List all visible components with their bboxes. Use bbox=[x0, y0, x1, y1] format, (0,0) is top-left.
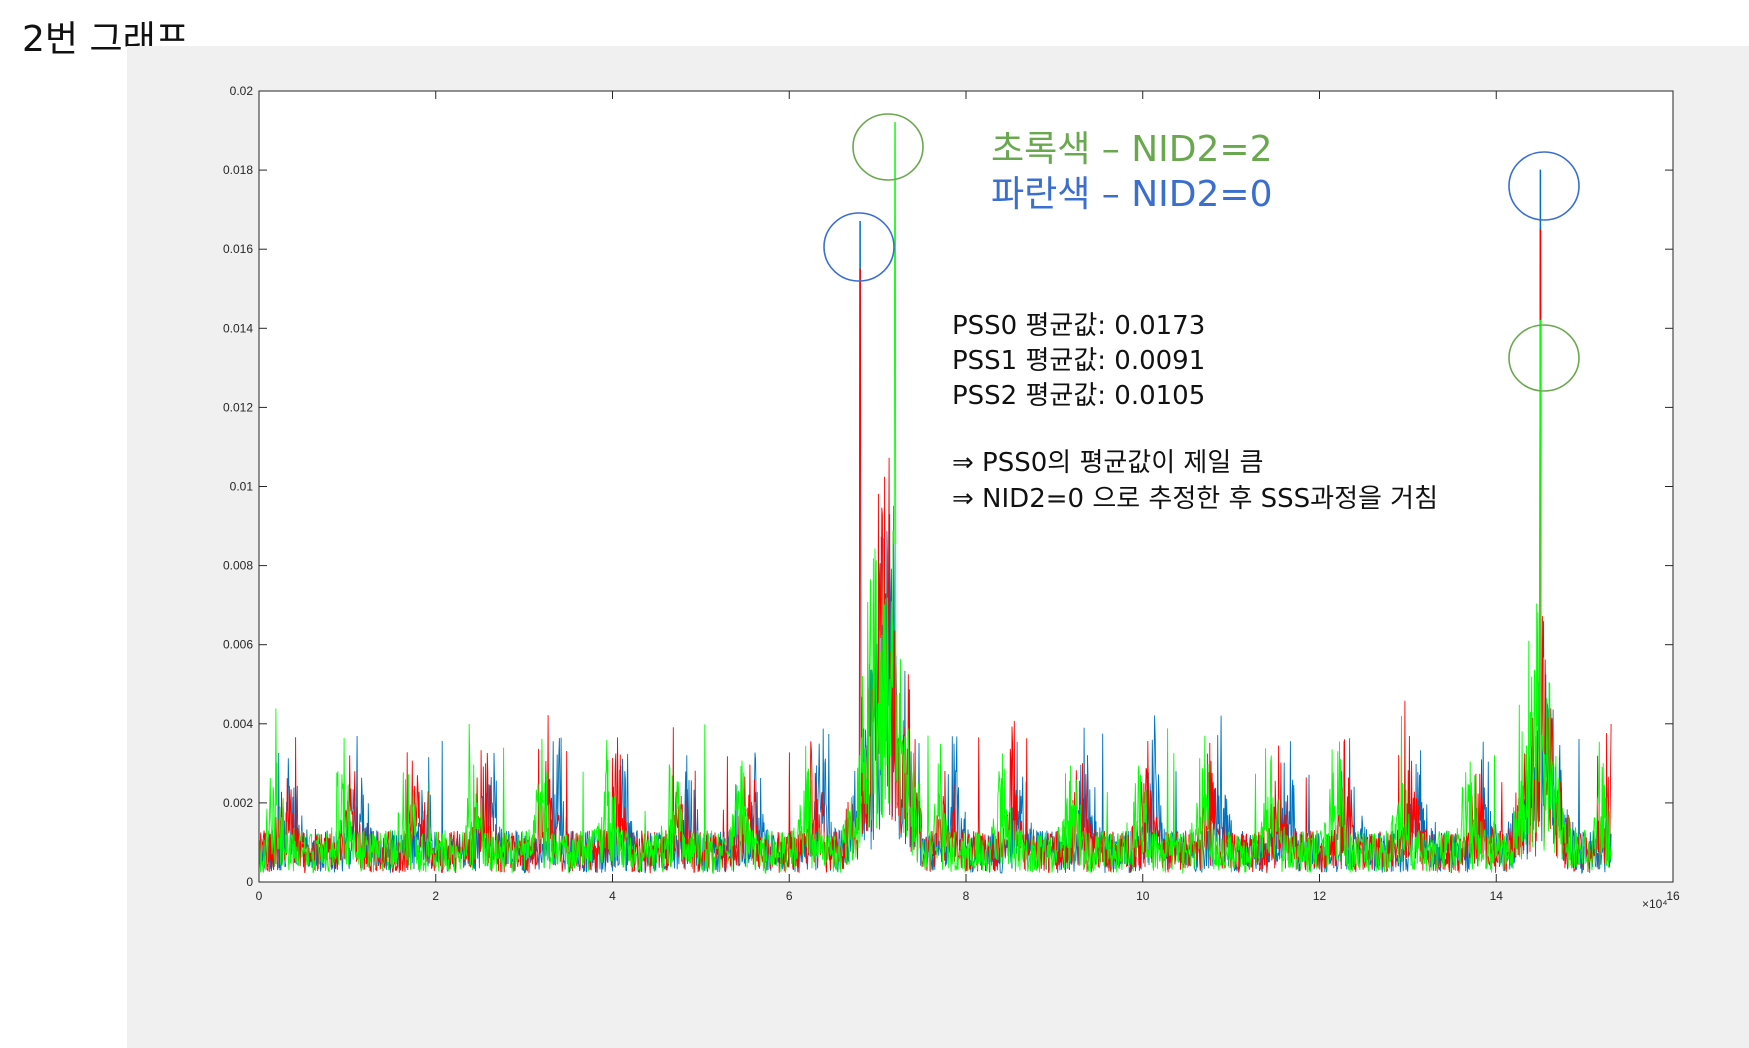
y-tick-labels: 0 0.002 0.004 0.006 0.008 0.01 0.012 0.014 0.016… bbox=[223, 84, 253, 889]
x-tick-label: 10 bbox=[1136, 889, 1150, 903]
x-tick-label: 16 bbox=[1666, 889, 1680, 903]
y-tick-label: 0 bbox=[246, 875, 253, 889]
pss0-mean: PSS0 평균값: 0.0173 bbox=[952, 311, 1205, 341]
y-tick-label: 0.006 bbox=[223, 638, 253, 652]
chart: 0 0.002 0.004 0.006 0.008 0.01 0.012 0.014 0.016… bbox=[223, 84, 1680, 911]
y-tick-label: 0.02 bbox=[230, 84, 254, 98]
y-tick-label: 0.016 bbox=[223, 242, 253, 256]
y-tick-label: 0.01 bbox=[230, 480, 254, 494]
pss1-mean: PSS1 평균값: 0.0091 bbox=[952, 346, 1205, 376]
y-tick-label: 0.014 bbox=[223, 321, 253, 335]
x-tick-label: 8 bbox=[963, 889, 970, 903]
x-tick-label: 12 bbox=[1313, 889, 1327, 903]
y-tick-label: 0.012 bbox=[223, 400, 253, 414]
y-tick-label: 0.018 bbox=[223, 163, 253, 177]
x-exponent-label: ×10⁴ bbox=[1642, 897, 1668, 911]
x-tick-label: 6 bbox=[786, 889, 793, 903]
conclusion-line-2: ⇒ NID2=0 으로 추정한 후 SSS과정을 거침 bbox=[952, 484, 1438, 514]
pss2-mean: PSS2 평균값: 0.0105 bbox=[952, 381, 1205, 411]
y-tick-label: 0.002 bbox=[223, 796, 253, 810]
legend-blue-text: 파란색 – NID2=0 bbox=[991, 174, 1273, 215]
y-tick-label: 0.008 bbox=[223, 559, 253, 573]
x-tick-label: 14 bbox=[1490, 889, 1504, 903]
x-tick-label: 0 bbox=[256, 889, 263, 903]
y-tick-label: 0.004 bbox=[223, 717, 253, 731]
x-tick-label: 4 bbox=[609, 889, 616, 903]
legend-green-text: 초록색 – NID2=2 bbox=[991, 129, 1273, 170]
figure-panel: 0 0.002 0.004 0.006 0.008 0.01 0.012 0.014 0.016… bbox=[127, 46, 1749, 1048]
conclusion-line-1: ⇒ PSS0의 평균값이 제일 큼 bbox=[952, 448, 1263, 478]
x-tick-label: 2 bbox=[432, 889, 439, 903]
x-tick-labels: 0 2 4 6 8 10 12 14 16 bbox=[256, 889, 1680, 903]
